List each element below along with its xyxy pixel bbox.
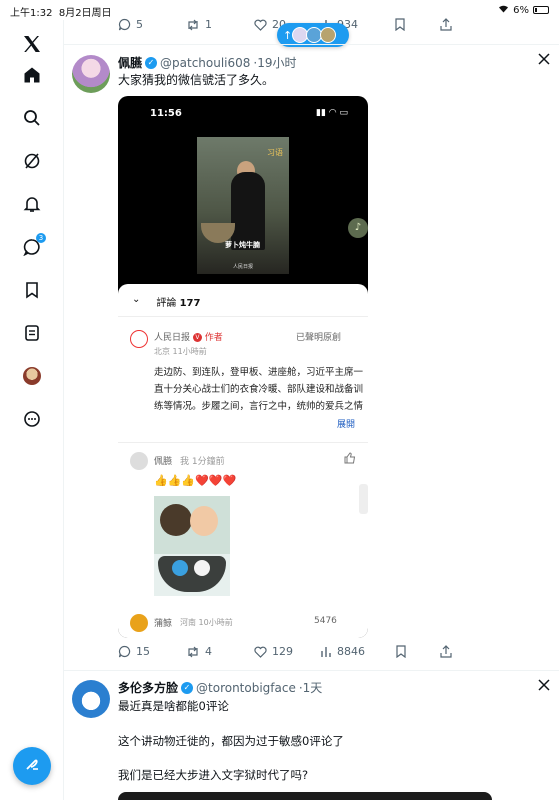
tweet-time[interactable]: ·1天 bbox=[299, 679, 322, 696]
repost-button[interactable]: 4 bbox=[186, 645, 212, 658]
status-indicators: 6% bbox=[498, 4, 549, 16]
repost-count: 4 bbox=[205, 645, 212, 658]
reply-button[interactable]: 15 bbox=[118, 645, 150, 658]
share-button[interactable] bbox=[440, 18, 452, 31]
like-button[interactable]: 129 bbox=[254, 645, 293, 658]
close-icon[interactable] bbox=[538, 679, 550, 695]
comment-meta: 河南 10小時前 bbox=[180, 618, 233, 627]
comment-author: 佩臙 bbox=[154, 457, 173, 467]
battery-percent: 6% bbox=[513, 4, 529, 16]
arrow-up-icon: ↑ bbox=[283, 28, 293, 42]
repost-button[interactable]: 1 bbox=[186, 18, 212, 31]
video-source: 人民日报 bbox=[233, 264, 254, 270]
lists-icon[interactable] bbox=[16, 317, 48, 349]
bookmark-button[interactable] bbox=[395, 645, 407, 658]
tweet-media-image[interactable] bbox=[118, 792, 492, 800]
like-count: 129 bbox=[272, 645, 293, 658]
notifications-icon[interactable] bbox=[16, 188, 48, 220]
search-icon[interactable] bbox=[16, 102, 48, 134]
video-thumbnail: 习语 萝卜炖牛腩 人民日报 bbox=[197, 137, 289, 274]
tweet-avatar[interactable] bbox=[72, 55, 110, 93]
tweet-text-line: 我们是已经大步进入文字狱时代了吗? bbox=[118, 768, 309, 782]
chevron-down-icon: ⌄ bbox=[132, 294, 141, 305]
comments-panel: ⌄ 評論 177 人民日报 V 作者 已聲明原創 北京 11小時前 走边防、到连… bbox=[118, 284, 368, 638]
tweet-text-line: 最近真是啥都能0评论 bbox=[118, 699, 229, 713]
handle[interactable]: @patchouli608 bbox=[160, 56, 250, 70]
sidebar-nav: 3 bbox=[0, 20, 64, 800]
comment-like-count: 5476 bbox=[314, 616, 337, 626]
video-watermark: 习语 bbox=[267, 148, 283, 157]
comment-avatar bbox=[130, 330, 148, 348]
tweet-media-image[interactable]: 11:56 ▮▮ ◠ ▭ 习语 萝卜炖牛腩 人民日报 ♪ ⌄ 評論 177 人民… bbox=[118, 96, 368, 638]
messages-icon[interactable]: 3 bbox=[16, 231, 48, 263]
status-bar: 上午1:32 8月2日周日 6% bbox=[0, 0, 559, 20]
display-name[interactable]: 佩臙 bbox=[118, 54, 142, 71]
messages-badge: 3 bbox=[36, 233, 46, 243]
status-time: 上午1:32 8月2日周日 bbox=[10, 8, 112, 19]
battery-icon bbox=[533, 6, 549, 14]
comment-meta: 北京 11小時前 bbox=[154, 347, 207, 356]
more-icon[interactable] bbox=[16, 403, 48, 435]
divider bbox=[64, 670, 559, 671]
tweet-text: 大家猜我的微信號活了多久。 bbox=[118, 73, 275, 87]
grok-icon[interactable] bbox=[16, 145, 48, 177]
wifi-icon bbox=[498, 4, 509, 16]
display-name[interactable]: 多伦多方脸 bbox=[118, 679, 178, 696]
thumbs-up-icon bbox=[344, 452, 356, 467]
phone-time: 11:56 bbox=[150, 108, 182, 119]
comment-avatar bbox=[130, 614, 148, 632]
music-note-icon: ♪ bbox=[348, 218, 368, 238]
home-icon[interactable] bbox=[16, 59, 48, 91]
reply-button[interactable]: 5 bbox=[118, 18, 143, 31]
bookmark-button[interactable] bbox=[394, 18, 406, 31]
share-button[interactable] bbox=[440, 645, 452, 658]
compose-button[interactable] bbox=[13, 747, 51, 785]
tweet-text-line: 这个讲动物迁徙的，都因为过于敏感0评论了 bbox=[118, 734, 344, 748]
views-button[interactable]: 8846 bbox=[320, 645, 365, 658]
phone-status-icons: ▮▮ ◠ ▭ bbox=[316, 108, 348, 118]
divider bbox=[64, 44, 559, 45]
verified-icon: ✓ bbox=[181, 681, 194, 694]
reply-count: 15 bbox=[136, 645, 150, 658]
scroll-handle bbox=[359, 484, 368, 514]
comment-meta: 我 1分鐘前 bbox=[180, 457, 225, 467]
pill-avatar bbox=[320, 27, 337, 43]
comment-author: 蒲鲸 bbox=[154, 619, 173, 629]
close-icon[interactable] bbox=[538, 53, 550, 69]
verified-v-icon: V bbox=[192, 333, 202, 342]
view-count: 8846 bbox=[337, 645, 365, 658]
comments-header: ⌄ 評論 177 bbox=[132, 294, 201, 309]
verified-icon: ✓ bbox=[145, 56, 158, 69]
feather-icon bbox=[24, 756, 40, 776]
tweet-time[interactable]: ·19小时 bbox=[253, 54, 296, 71]
x-logo-icon[interactable] bbox=[16, 28, 48, 60]
original-declared-label: 已聲明原創 bbox=[296, 333, 342, 343]
comment-emojis: 👍👍👍❤️❤️❤️ bbox=[154, 474, 237, 487]
meme-image bbox=[154, 496, 230, 596]
expand-link: 展開 bbox=[334, 417, 356, 430]
comment-author: 人民日报 V 作者 bbox=[154, 333, 223, 343]
tweet-header: 佩臙 ✓ @patchouli608 ·19小时 bbox=[118, 54, 297, 71]
video-caption: 萝卜炖牛腩 bbox=[225, 241, 260, 249]
bookmarks-icon[interactable] bbox=[16, 274, 48, 306]
tweet-avatar[interactable] bbox=[72, 680, 110, 718]
tweet-header: 多伦多方脸 ✓ @torontobigface ·1天 bbox=[118, 679, 322, 696]
handle[interactable]: @torontobigface bbox=[196, 681, 296, 695]
profile-avatar-icon[interactable] bbox=[16, 360, 48, 392]
comment-avatar bbox=[130, 452, 148, 470]
